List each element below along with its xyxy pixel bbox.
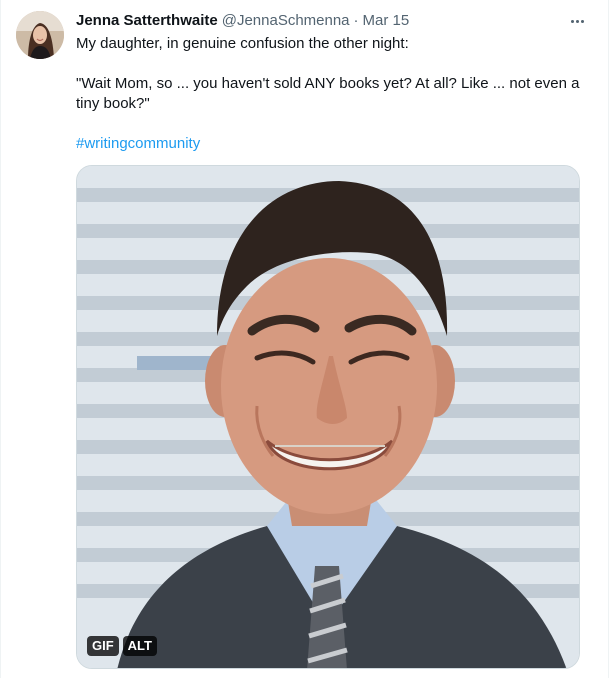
- tweet-text-quote: "Wait Mom, so ... you haven't sold ANY b…: [76, 75, 580, 112]
- tweet-media-gif[interactable]: GIF ALT: [76, 165, 580, 669]
- tweet-date[interactable]: Mar 15: [363, 11, 410, 31]
- hashtag-link[interactable]: #writingcommunity: [76, 135, 200, 152]
- author-handle[interactable]: @JennaSchmenna: [222, 11, 350, 31]
- author-avatar[interactable]: [16, 11, 64, 59]
- media-badges: GIF ALT: [87, 636, 157, 656]
- more-horizontal-icon: [570, 19, 584, 23]
- gif-badge[interactable]: GIF: [87, 636, 119, 656]
- alt-text-badge[interactable]: ALT: [122, 636, 157, 656]
- tweet-text: My daughter, in genuine confusion the ot…: [76, 34, 581, 154]
- gif-image: [77, 166, 579, 668]
- header-separator: ·: [353, 12, 359, 29]
- more-options-button[interactable]: [564, 11, 590, 31]
- tweet-text-line1: My daughter, in genuine confusion the ot…: [76, 35, 409, 52]
- tweet-content: Jenna Satterthwaite @JennaSchmenna · Mar…: [76, 11, 581, 154]
- avatar-photo: [16, 11, 64, 59]
- tweet-card[interactable]: Jenna Satterthwaite @JennaSchmenna · Mar…: [0, 0, 609, 678]
- author-display-name[interactable]: Jenna Satterthwaite: [76, 11, 218, 31]
- tweet-header: Jenna Satterthwaite @JennaSchmenna · Mar…: [76, 11, 581, 31]
